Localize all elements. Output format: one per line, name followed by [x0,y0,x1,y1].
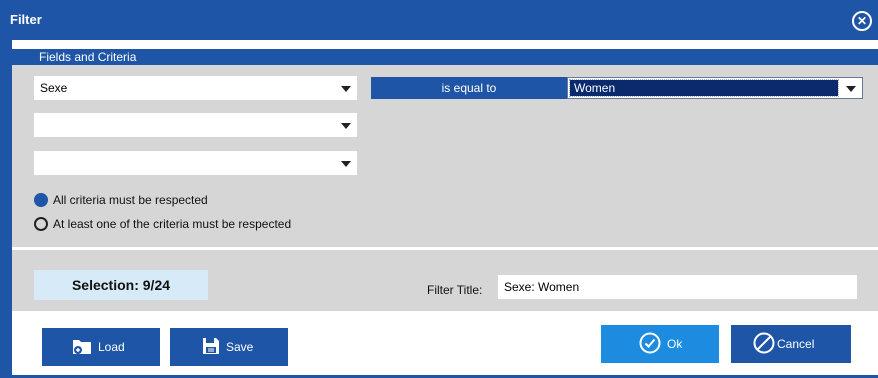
cancel-button[interactable]: Cancel [731,325,851,363]
chevron-down-icon [341,123,351,129]
ok-button-label: Ok [667,337,683,351]
load-button-label: Load [98,340,125,354]
checkmark-circle-icon [639,332,661,357]
radio-unselected-icon [34,217,48,231]
section-header: Fields and Criteria [12,49,878,65]
cancel-circle-icon [753,332,775,357]
field-select-2[interactable] [34,113,357,137]
chevron-down-icon [846,86,856,92]
filter-title-input[interactable] [498,275,857,299]
dialog-content: Fields and Criteria Sexe is equal to Wom… [12,49,878,378]
field-select-1[interactable]: Sexe [34,76,357,100]
radio-all-criteria-label: All criteria must be respected [53,193,208,207]
save-button-label: Save [226,340,254,354]
dialog-title: Filter [10,12,42,27]
chevron-down-icon [341,86,351,92]
radio-any-criteria-label: At least one of the criteria must be res… [53,217,292,231]
title-bar: Filter ✕ [0,0,878,40]
operator-label[interactable]: is equal to [371,77,567,99]
filter-dialog: Filter ✕ Fields and Criteria Sexe is equ… [0,0,878,378]
cancel-button-label: Cancel [777,337,815,351]
load-button[interactable]: Load [42,328,160,366]
filter-title-label: Filter Title: [427,283,483,297]
folder-load-icon [72,337,92,358]
field-select-1-value: Sexe [40,81,68,95]
value-select-text: Women [569,79,839,97]
radio-selected-icon [34,193,48,207]
divider [12,247,878,250]
selection-count: Selection: 9/24 [34,270,208,300]
save-button[interactable]: Save [170,328,288,366]
separator [12,40,878,49]
floppy-disk-icon [202,337,220,358]
close-icon[interactable]: ✕ [852,11,872,31]
chevron-down-icon [341,161,351,167]
ok-button[interactable]: Ok [601,325,719,363]
value-select[interactable]: Women [567,77,863,99]
field-select-3[interactable] [34,151,357,175]
button-bar: Load Save Ok Cancel [12,311,878,375]
